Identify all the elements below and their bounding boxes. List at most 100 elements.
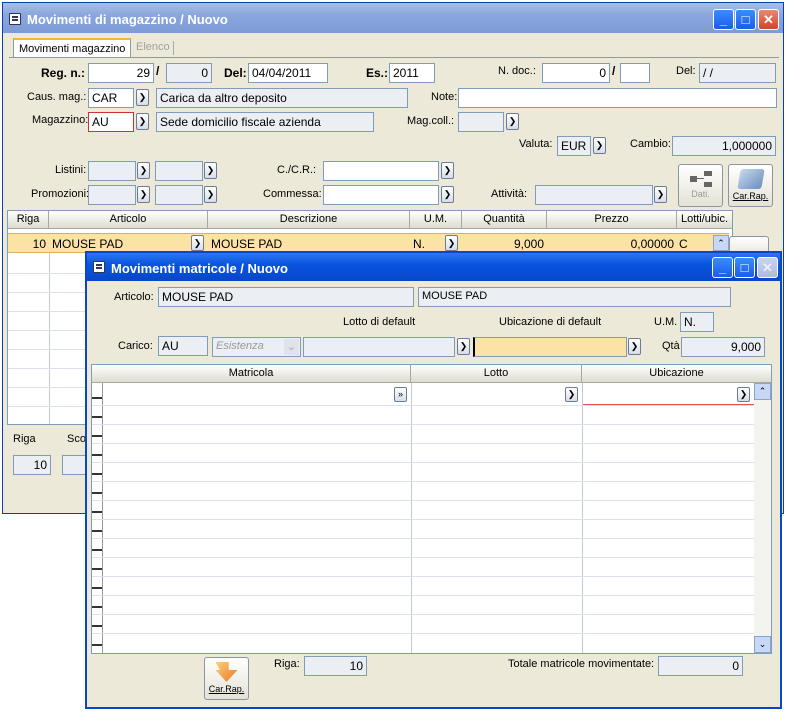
ccr-zoom-icon[interactable]: ❯ — [441, 162, 454, 179]
dialog-articolo-field[interactable]: MOUSE PAD — [158, 287, 414, 307]
maximize-button[interactable]: □ — [735, 9, 756, 30]
col-header-descrizione[interactable]: Descrizione — [208, 211, 410, 229]
car-rap-button-dialog[interactable]: Car.Rap. — [204, 657, 249, 700]
qta-field: 9,000 — [681, 337, 765, 357]
reg-separator: / — [156, 64, 160, 78]
promozioni-zoom-icon-1[interactable]: ❯ — [137, 186, 150, 203]
listini-field-1[interactable] — [88, 161, 136, 181]
ndoc-field[interactable]: 0 — [542, 63, 610, 83]
esistenza-value: Esistenza — [216, 340, 264, 352]
caus-zoom-icon[interactable]: ❯ — [136, 89, 149, 106]
carico-field[interactable]: AU — [158, 336, 208, 356]
chevron-down-icon: ⌄ — [284, 339, 299, 355]
del-date-field[interactable]: 04/04/2011 — [248, 63, 328, 83]
magazzino-code-field[interactable]: AU — [88, 112, 134, 132]
valuta-field[interactable]: EUR — [557, 136, 591, 156]
promozioni-field-1[interactable] — [88, 185, 136, 205]
listini-zoom-icon-1[interactable]: ❯ — [137, 162, 150, 179]
row-descrizione: MOUSE PAD — [211, 237, 283, 251]
col-header-quantita[interactable]: Quantità — [462, 211, 547, 229]
grid-scroll-up-button[interactable]: ⌃ — [713, 235, 729, 251]
magcoll-zoom-icon[interactable]: ❯ — [506, 113, 519, 130]
listini-field-2[interactable] — [155, 161, 203, 181]
dialog-um-label: U.M. — [654, 316, 678, 328]
col-header-riga[interactable]: Riga — [8, 211, 49, 229]
dialog-close-button[interactable]: ✕ — [757, 257, 778, 278]
row-riga: 10 — [32, 237, 46, 251]
cambio-field[interactable]: 1,000000 — [672, 136, 776, 156]
commessa-label: Commessa: — [263, 188, 322, 200]
ubicazione-zoom-icon[interactable]: ❯ — [737, 387, 750, 402]
del2-field[interactable]: / / — [699, 63, 776, 83]
reg-n-label: Reg. n.: — [41, 66, 85, 80]
attivita-zoom-icon[interactable]: ❯ — [654, 186, 667, 203]
valuta-zoom-icon[interactable]: ❯ — [593, 137, 606, 154]
esistenza-select[interactable]: Esistenza ⌄ — [212, 337, 301, 357]
ubicazione-default-field[interactable] — [473, 337, 627, 357]
minimize-button[interactable]: _ — [713, 9, 734, 30]
totale-field: 0 — [658, 656, 743, 676]
ccr-field[interactable] — [323, 161, 439, 181]
table-row[interactable]: 10 MOUSE PAD ❯ MOUSE PAD N. ❯ 9,000 0,00… — [8, 233, 729, 253]
promozioni-zoom-icon-2[interactable]: ❯ — [204, 186, 217, 203]
commessa-field[interactable] — [323, 185, 439, 205]
row-articolo: MOUSE PAD — [52, 237, 124, 251]
magazzino-zoom-icon[interactable]: ❯ — [136, 113, 149, 130]
commessa-zoom-icon[interactable]: ❯ — [441, 186, 454, 203]
col-header-prezzo[interactable]: Prezzo — [547, 211, 677, 229]
lotto-default-zoom-icon[interactable]: ❯ — [457, 338, 470, 355]
col-header-articolo[interactable]: Articolo — [49, 211, 208, 229]
close-button[interactable]: ✕ — [758, 9, 779, 30]
attivita-field[interactable] — [535, 185, 653, 205]
promozioni-label: Promozioni: — [31, 188, 90, 200]
tab-panel-border — [9, 57, 779, 58]
ubicazione-cell[interactable] — [583, 386, 755, 405]
vertical-scrollbar[interactable]: ⌃ ⌄ — [754, 383, 771, 653]
car-rap-button-main[interactable]: Car.Rap. — [728, 164, 773, 207]
dati-label: Dati. — [691, 189, 710, 199]
matricola-zoom-icon[interactable]: » — [394, 387, 407, 402]
note-label: Note: — [431, 91, 458, 103]
matricole-table-row[interactable]: » ❯ ❯ — [104, 385, 755, 405]
note-field[interactable] — [458, 88, 777, 108]
lotto-zoom-icon[interactable]: ❯ — [565, 387, 578, 402]
row-um-zoom-icon[interactable]: ❯ — [445, 235, 458, 251]
dialog-minimize-button[interactable]: _ — [712, 257, 733, 278]
ccr-label: C./C.R.: — [277, 164, 317, 176]
ubicazione-default-zoom-icon[interactable]: ❯ — [628, 338, 641, 355]
bottom-riga-label: Riga — [13, 433, 36, 445]
lotto-default-field[interactable] — [303, 337, 455, 357]
dialog-maximize-button[interactable]: □ — [734, 257, 755, 278]
promozioni-field-2[interactable] — [155, 185, 203, 205]
row-um: N. — [413, 237, 425, 251]
tab-movimenti-magazzino[interactable]: Movimenti magazzino — [13, 38, 132, 58]
col-header-lotto[interactable]: Lotto — [411, 365, 582, 383]
col-header-um[interactable]: U.M. — [410, 211, 462, 229]
col-header-lotti[interactable]: Lotti/ubic. — [677, 211, 732, 229]
scroll-down-button[interactable]: ⌄ — [754, 636, 771, 653]
magazzino-desc-field: Sede domicilio fiscale azienda — [156, 112, 374, 132]
app-icon — [9, 13, 21, 25]
col-header-matricola[interactable]: Matricola — [92, 365, 411, 383]
bottom-riga-field[interactable]: 10 — [13, 455, 51, 475]
col-header-ubicazione[interactable]: Ubicazione — [582, 365, 771, 383]
row-lotti: C — [679, 237, 688, 251]
matricole-dialog: Movimenti matricole / Nuovo _ □ ✕ Artico… — [85, 251, 782, 709]
totale-label: Totale matricole movimentate: — [508, 658, 655, 670]
magcoll-label: Mag.coll.: — [407, 115, 455, 127]
reg-n-field[interactable]: 29 — [88, 63, 154, 83]
attivita-label: Attività: — [491, 188, 528, 200]
scroll-up-button[interactable]: ⌃ — [754, 383, 771, 400]
listini-zoom-icon-2[interactable]: ❯ — [204, 162, 217, 179]
tab-elenco[interactable]: Elenco — [131, 38, 175, 58]
main-titlebar[interactable]: Movimenti di magazzino / Nuovo _ □ ✕ — [3, 3, 783, 33]
es-field[interactable]: 2011 — [389, 63, 435, 83]
dati-button[interactable]: Dati. — [678, 164, 723, 207]
row-articolo-zoom-icon[interactable]: ❯ — [191, 235, 204, 251]
pen-icon — [736, 169, 765, 189]
caus-code-field[interactable]: CAR — [88, 88, 134, 108]
dialog-titlebar[interactable]: Movimenti matricole / Nuovo _ □ ✕ — [87, 253, 780, 281]
magcoll-field[interactable] — [458, 112, 504, 132]
ndoc2-field[interactable] — [620, 63, 650, 83]
reg-n2-field[interactable]: 0 — [166, 63, 212, 83]
